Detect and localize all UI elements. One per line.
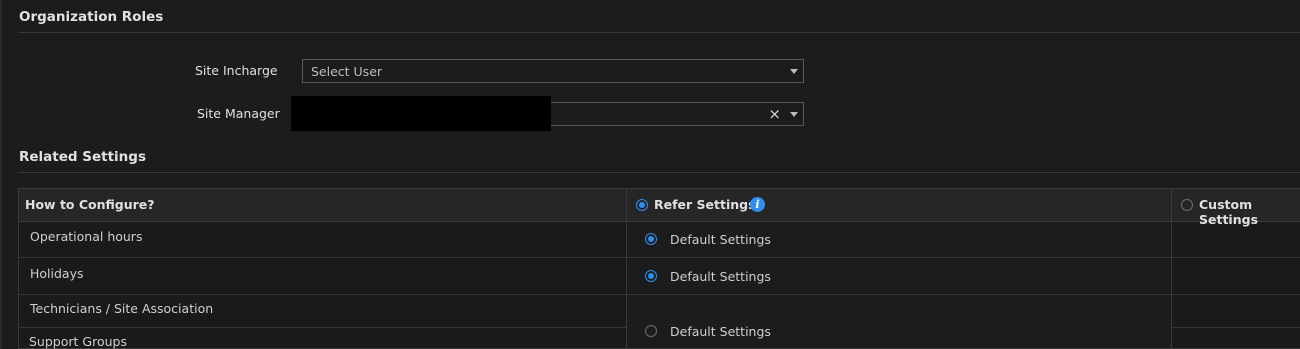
default-settings-label[interactable]: Default Settings <box>670 269 771 284</box>
site-incharge-placeholder: Select User <box>311 64 383 79</box>
header-custom-settings[interactable]: Custom Settings <box>1199 197 1300 227</box>
row-divider <box>19 294 626 295</box>
row-divider <box>627 257 1171 258</box>
row-technicians-site-association: Technicians / Site Association <box>30 301 214 316</box>
section-divider <box>19 32 1300 33</box>
row-holidays: Holidays <box>30 266 84 281</box>
chevron-down-icon[interactable] <box>790 112 798 117</box>
row-divider <box>1172 327 1300 328</box>
custom-settings-radio[interactable] <box>1181 199 1193 211</box>
row-divider <box>627 294 1171 295</box>
site-manager-label: Site Manager <box>197 106 280 121</box>
related-settings-title: Related Settings <box>19 149 146 165</box>
default-settings-radio[interactable] <box>645 270 657 282</box>
section-divider <box>19 172 1300 173</box>
default-settings-radio[interactable] <box>645 233 657 245</box>
column-divider <box>1171 189 1172 348</box>
default-settings-radio[interactable] <box>645 325 657 337</box>
default-settings-label[interactable]: Default Settings <box>670 232 771 247</box>
header-refer-settings[interactable]: Refer Settings <box>654 197 756 212</box>
row-divider <box>1172 257 1300 258</box>
row-divider <box>19 257 626 258</box>
site-incharge-label: Site Incharge <box>195 63 278 78</box>
header-how-to-configure: How to Configure? <box>25 197 155 212</box>
table-header: How to Configure? Refer Settings i Custo… <box>19 189 1300 227</box>
refer-settings-radio[interactable] <box>636 199 648 211</box>
row-divider <box>1172 294 1300 295</box>
column-divider <box>626 189 627 348</box>
site-incharge-select[interactable]: Select User <box>302 59 804 83</box>
default-settings-label[interactable]: Default Settings <box>670 324 771 339</box>
row-operational-hours: Operational hours <box>30 229 143 244</box>
chevron-down-icon[interactable] <box>790 69 798 74</box>
related-settings-table: How to Configure? Refer Settings i Custo… <box>18 188 1300 349</box>
organization-roles-title: Organization Roles <box>19 9 164 25</box>
redacted-area <box>291 96 551 131</box>
info-icon[interactable]: i <box>750 197 765 212</box>
row-support-groups: Support Groups <box>29 334 127 349</box>
clear-icon[interactable]: × <box>768 105 781 123</box>
left-border <box>0 0 2 349</box>
row-divider <box>19 327 626 328</box>
